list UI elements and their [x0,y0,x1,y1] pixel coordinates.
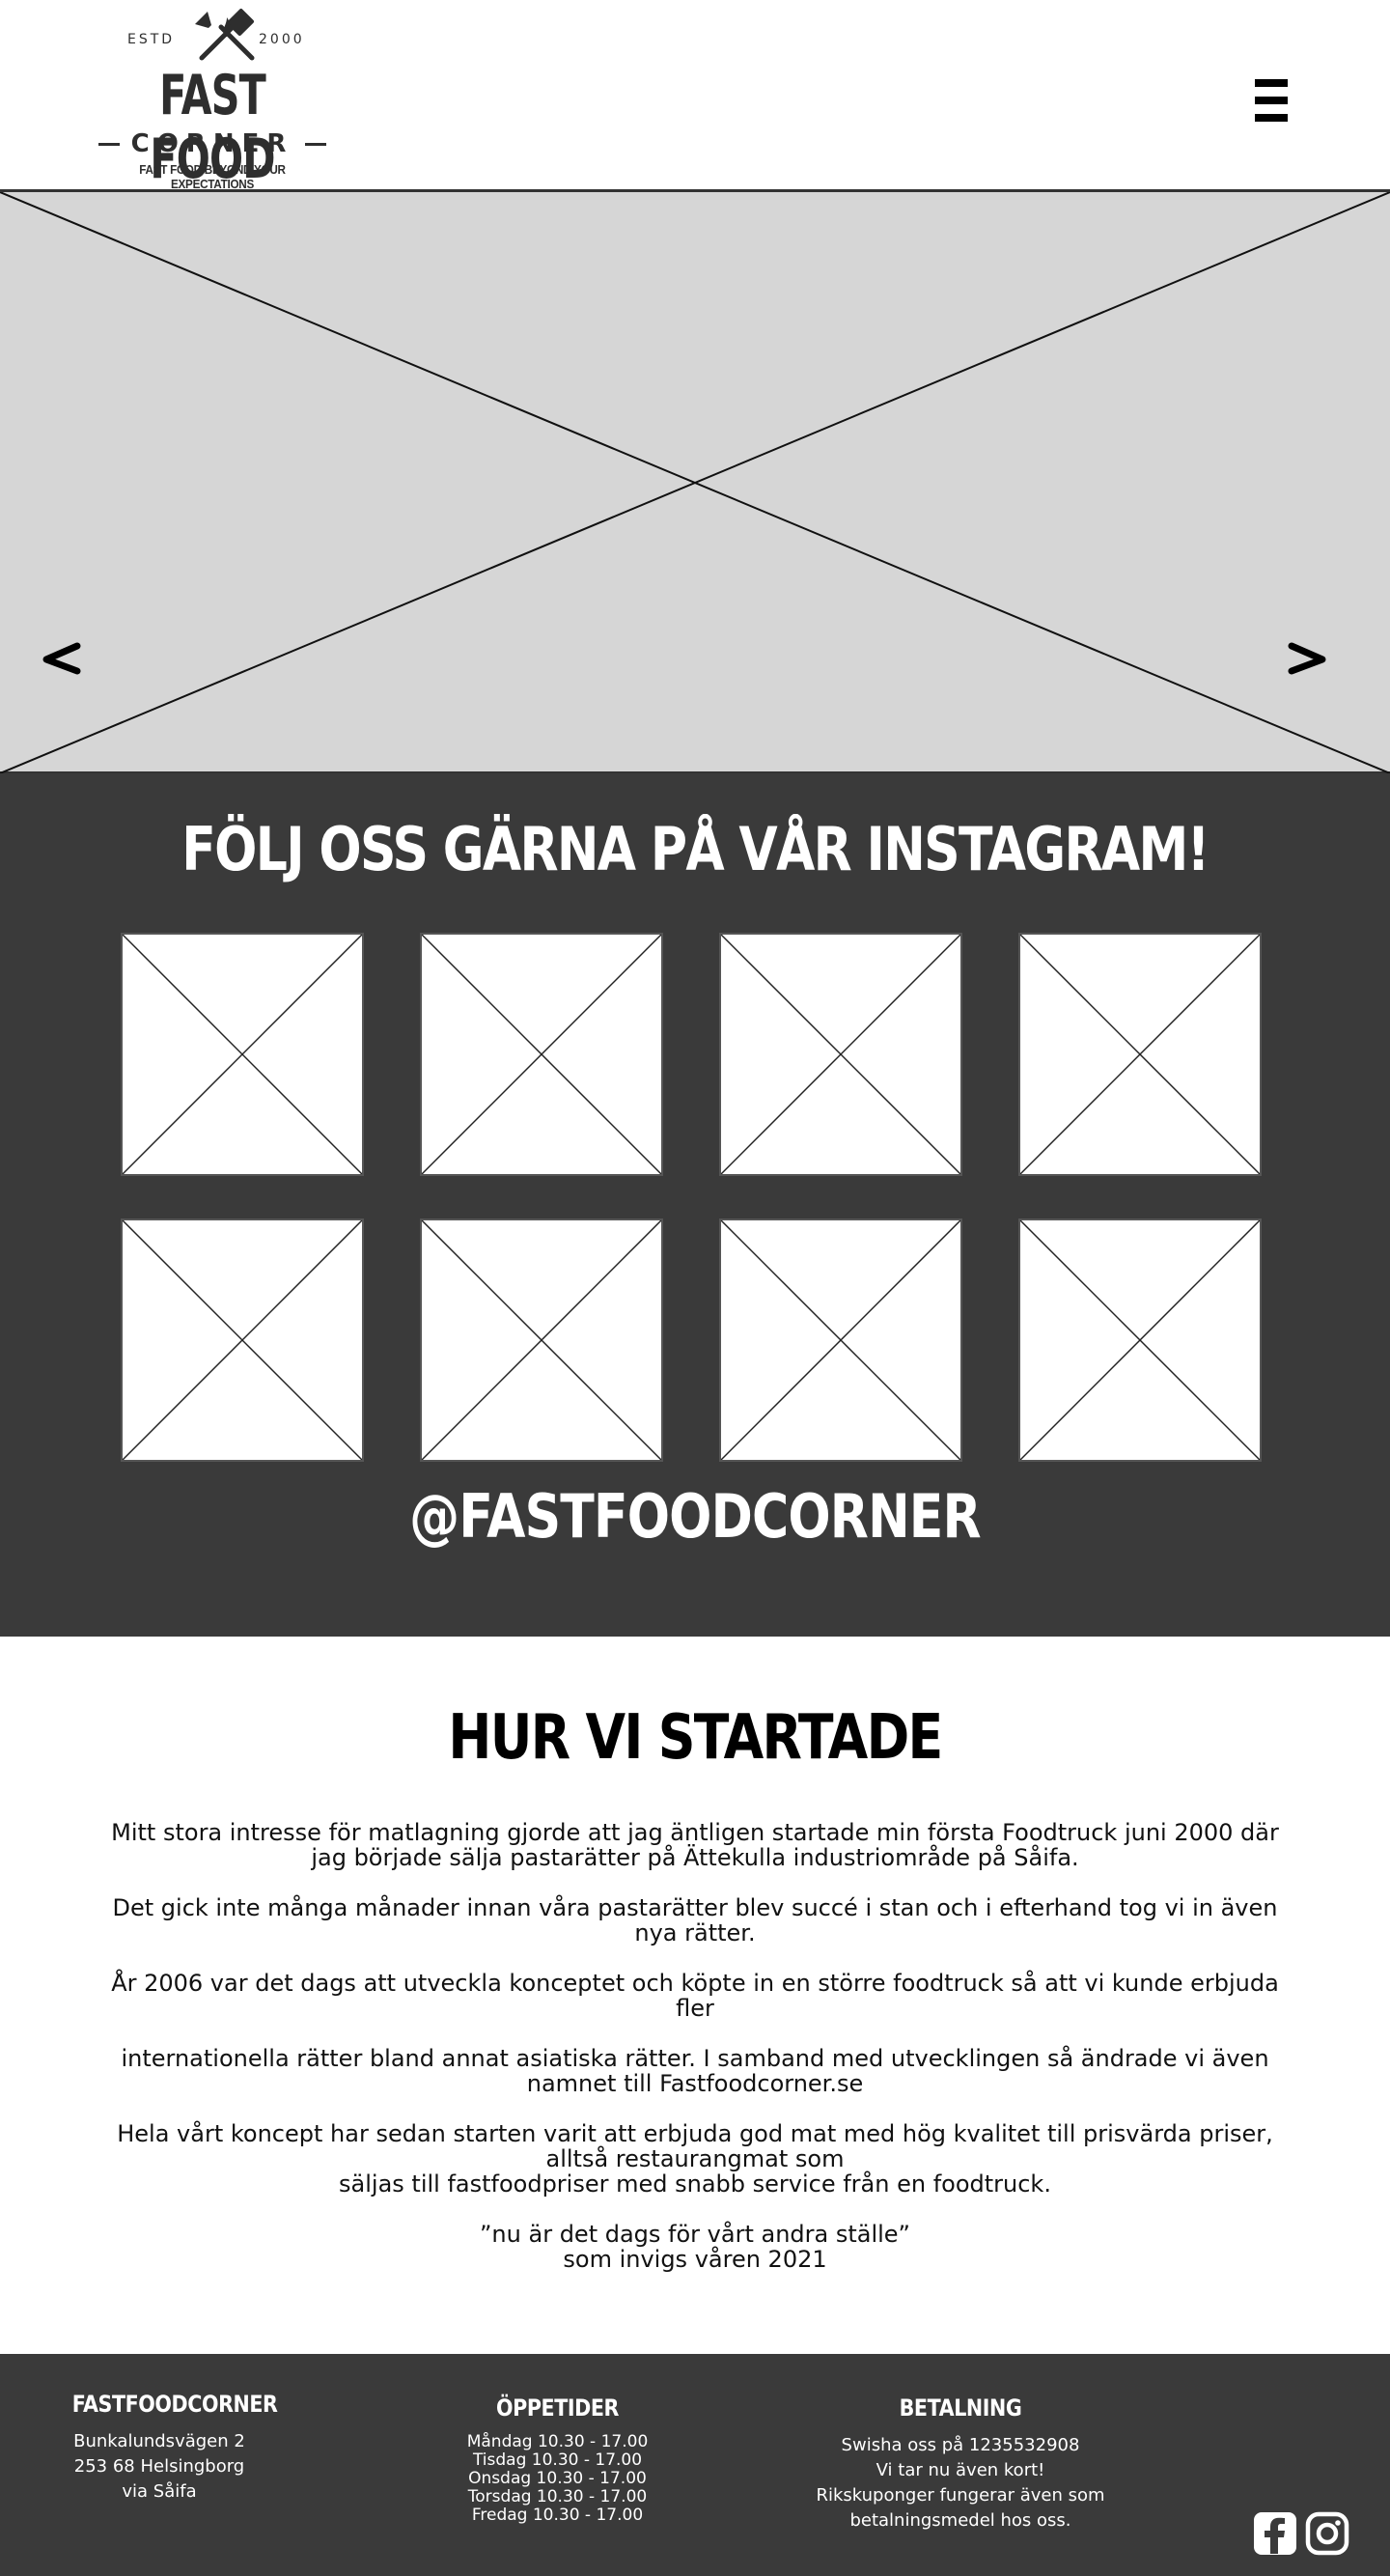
hamburger-icon[interactable] [1255,79,1295,122]
site-footer: FASTFOODCORNER Bunkalundsvägen 2 253 68 … [0,2354,1390,2576]
footer-payment-line: Vi tar nu även kort! [876,2460,1045,2480]
logo-tagline: FAST FOOD BEYOND YOUR EXPECTATIONS [139,162,286,191]
footer-hours-line: Onsdag 10.30 - 17.00 [468,2469,647,2488]
menu-bar [1255,79,1288,87]
chevron-left-icon[interactable] [39,638,87,677]
footer-payment-line: Rikskuponger fungerar även som [816,2485,1105,2506]
logo-sub: CORNER [130,129,294,158]
instagram-post[interactable] [420,1218,663,1462]
about-paragraph: År 2006 var det dags att utveckla koncep… [111,1970,1279,2022]
about-paragraph: Mitt stora intresse för matlagning gjord… [111,1819,1279,1871]
footer-payment-line: betalningsmedel hos oss. [849,2510,1071,2531]
site-header: ESTD 2000 FAST FOOD CORNER FAST FOOD BEY… [0,0,1390,192]
footer-hours-line: Torsdag 10.30 - 17.00 [467,2487,648,2506]
instagram-post[interactable] [719,933,962,1176]
chevron-right-icon[interactable] [1282,638,1330,677]
instagram-grid [121,933,1262,1462]
footer-address-line: via Såifa [122,2481,197,2502]
about-quote: ”nu är det dags för vårt andra ställe” s… [97,2222,1293,2272]
about-line: som invigs våren 2021 [563,2246,827,2273]
footer-payment: BETALNING Swisha oss på 1235532908 Vi ta… [811,2394,1110,2534]
about-line: ”nu är det dags för vårt andra ställe” [480,2221,910,2248]
about-paragraph: internationella rätter bland annat asiat… [97,2046,1293,2096]
menu-bar [1255,114,1288,122]
logo-year: 2000 [259,32,305,47]
facebook-icon[interactable] [1253,2511,1297,2556]
about-line: säljas till fastfoodpriser med snabb ser… [339,2170,1051,2198]
instagram-post[interactable] [121,1218,364,1462]
social-links [1253,2511,1349,2556]
instagram-section: FÖLJ OSS GÄRNA PÅ VÅR INSTAGRAM! @FASTFO… [0,773,1390,1637]
about-body: Mitt stora intresse för matlagning gjord… [97,1820,1293,2297]
instagram-icon[interactable] [1305,2511,1349,2556]
logo-sub-row: CORNER [98,129,326,158]
instagram-post[interactable] [121,933,364,1176]
logo-estd: ESTD [127,32,176,47]
about-paragraph: Det gick inte många månader innan våra p… [112,1894,1278,1946]
about-line: internationella rätter bland annat asiat… [121,2045,1269,2097]
instagram-post[interactable] [1018,933,1262,1176]
logo-divider [98,142,120,146]
footer-hours-line: Fredag 10.30 - 17.00 [471,2506,644,2525]
instagram-title: FÖLJ OSS GÄRNA PÅ VÅR INSTAGRAM! [181,814,1209,884]
footer-hours: ÖPPETIDER Måndag 10.30 - 17.00 Tisdag 10… [444,2394,671,2525]
footer-brand: FASTFOODCORNER Bunkalundsvägen 2 253 68 … [58,2391,278,2505]
footer-payment-line: Swisha oss på 1235532908 [841,2435,1080,2455]
instagram-post[interactable] [420,933,663,1176]
instagram-post[interactable] [1018,1218,1262,1462]
logo-divider [305,142,326,146]
footer-hours-line: Måndag 10.30 - 17.00 [466,2432,649,2451]
footer-brand-title: FASTFOODCORNER [71,2391,278,2418]
about-section: HUR VI STARTADE Mitt stora intresse för … [0,1637,1390,2354]
hero-carousel [0,192,1390,773]
site-logo[interactable]: ESTD 2000 FAST FOOD CORNER FAST FOOD BEY… [97,8,328,191]
about-line: Hela vårt koncept har sedan starten vari… [117,2120,1273,2172]
footer-hours-title: ÖPPETIDER [496,2394,619,2422]
footer-address-line: Bunkalundsvägen 2 [73,2431,245,2451]
about-paragraph: Hela vårt koncept har sedan starten vari… [97,2121,1293,2197]
about-title: HUR VI STARTADE [448,1702,943,1774]
footer-payment-title: BETALNING [899,2394,1022,2422]
instagram-post[interactable] [719,1218,962,1462]
hero-image-placeholder [0,192,1390,773]
instagram-handle-link[interactable]: @FASTFOODCORNER [111,1481,1279,1552]
footer-address-line: 253 68 Helsingborg [73,2456,245,2477]
menu-bar [1255,97,1288,104]
footer-hours-line: Tisdag 10.30 - 17.00 [472,2450,643,2470]
utensils-icon [195,8,255,61]
